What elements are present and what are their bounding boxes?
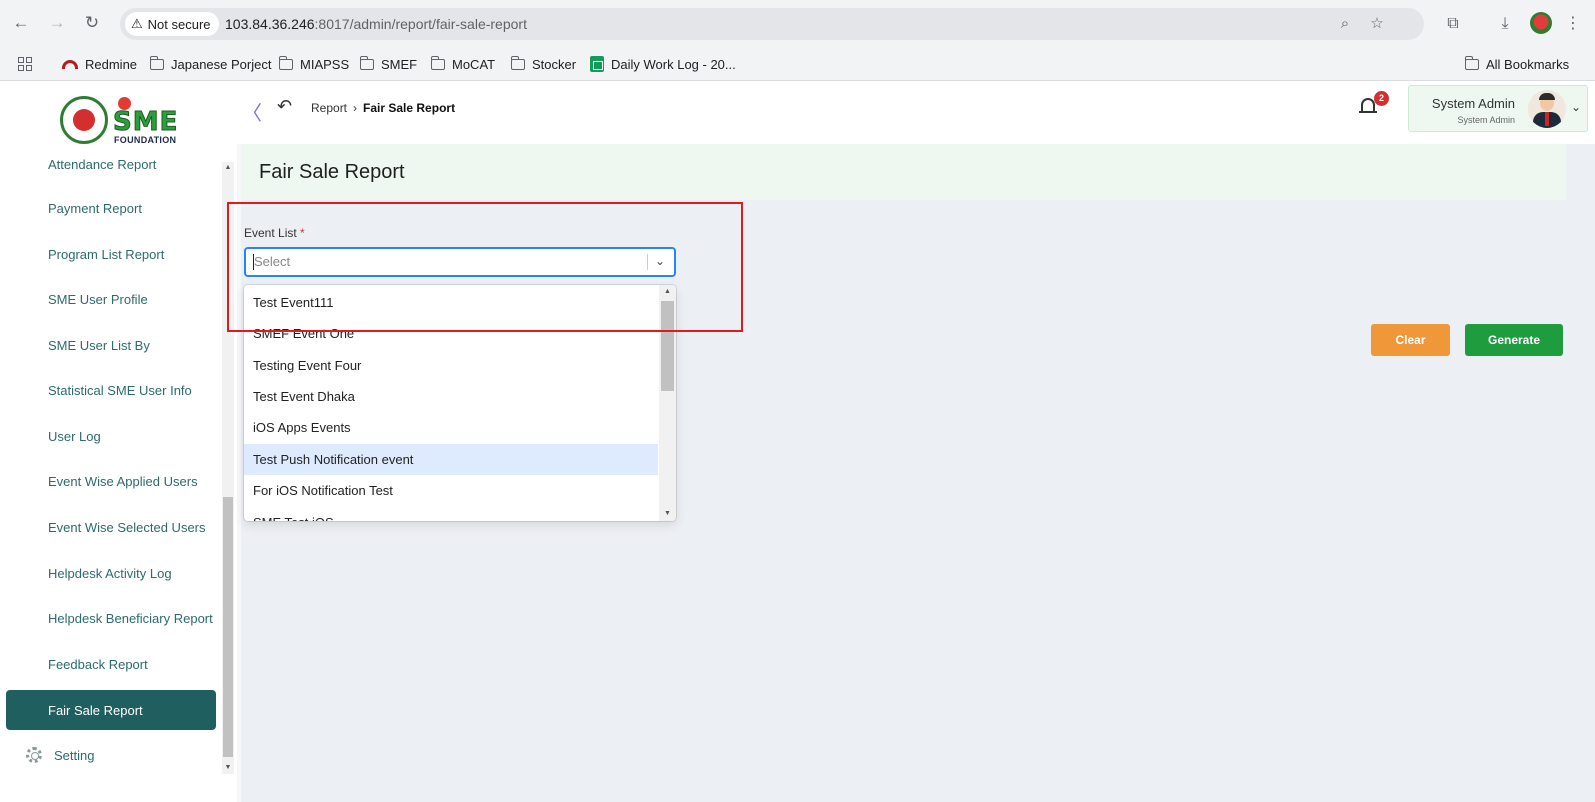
sidebar-scroll-thumb[interactable] bbox=[223, 497, 233, 757]
generate-button[interactable]: Generate bbox=[1465, 324, 1563, 356]
all-bookmarks[interactable]: All Bookmarks bbox=[1464, 47, 1569, 81]
undo-back-icon[interactable]: ↶ bbox=[277, 96, 292, 117]
address-bar[interactable]: ⚠ Not secure 103.84.36.246:8017/admin/re… bbox=[120, 8, 1424, 40]
page-title-bar: Fair Sale Report bbox=[241, 144, 1566, 200]
sidebar-item-payment-report[interactable]: Payment Report bbox=[6, 188, 216, 228]
folder-icon bbox=[278, 55, 293, 70]
sidebar-item-setting[interactable]: Setting bbox=[6, 735, 216, 775]
event-option[interactable]: For iOS Notification Test bbox=[244, 475, 658, 506]
logo-subtext: FOUNDATION bbox=[114, 135, 177, 145]
notification-badge: 2 bbox=[1374, 91, 1389, 106]
gear-icon bbox=[26, 747, 42, 763]
sidebar-item-attendance-report[interactable]: Attendance Report bbox=[6, 154, 216, 184]
user-role: System Admin bbox=[1457, 115, 1515, 125]
logo-text: SME bbox=[112, 107, 179, 138]
user-name: System Admin bbox=[1431, 96, 1515, 111]
apps-grid-icon[interactable] bbox=[18, 47, 32, 81]
clear-button[interactable]: Clear bbox=[1371, 324, 1450, 356]
menu-kebab-icon[interactable]: ⋮ bbox=[1562, 13, 1584, 35]
event-option-highlighted[interactable]: Test Push Notification event bbox=[244, 444, 658, 475]
sidebar-item-sme-user-list-by[interactable]: SME User List By bbox=[6, 325, 216, 365]
event-option[interactable]: SME Test iOS bbox=[244, 507, 658, 521]
event-option[interactable]: Test Event Dhaka bbox=[244, 381, 658, 412]
bookmark-daily-work-log[interactable]: Daily Work Log - 20... bbox=[590, 47, 736, 81]
bookmarks-bar: Redmine Japanese Porject MIAPSS SMEF MoC… bbox=[0, 47, 1595, 81]
scroll-down-icon[interactable]: ▼ bbox=[659, 507, 676, 521]
sidebar-item-user-log[interactable]: User Log bbox=[6, 416, 216, 456]
page-title: Fair Sale Report bbox=[259, 161, 405, 183]
not-secure-chip[interactable]: ⚠ Not secure bbox=[125, 12, 219, 36]
folder-icon bbox=[359, 55, 374, 70]
url-text[interactable]: 103.84.36.246:8017/admin/report/fair-sal… bbox=[225, 16, 527, 32]
star-icon[interactable]: ☆ bbox=[1367, 14, 1387, 34]
reload-icon[interactable]: ↻ bbox=[81, 12, 103, 34]
bookmark-redmine[interactable]: Redmine bbox=[62, 47, 137, 81]
warning-icon: ⚠ bbox=[131, 16, 143, 31]
folder-icon bbox=[430, 55, 445, 70]
bookmark-miapss[interactable]: MIAPSS bbox=[278, 47, 349, 81]
download-icon[interactable]: ⤓ bbox=[1494, 13, 1516, 35]
main-content: Fair Sale Report Event List * Select ⌄ T… bbox=[227, 144, 1595, 802]
bookmark-smef[interactable]: SMEF bbox=[359, 47, 417, 81]
breadcrumb-root[interactable]: Report bbox=[311, 101, 347, 115]
emblem-icon bbox=[60, 96, 108, 144]
chevron-right-icon: › bbox=[353, 101, 358, 115]
zoom-icon[interactable]: ⌕ bbox=[1335, 14, 1355, 34]
sme-foundation-logo[interactable]: SME FOUNDATION bbox=[60, 96, 182, 146]
bookmark-stocker[interactable]: Stocker bbox=[510, 47, 576, 81]
sidebar-item-helpdesk-activity-log[interactable]: Helpdesk Activity Log bbox=[6, 553, 216, 593]
sidebar: SME FOUNDATION Attendance Report Payment… bbox=[0, 82, 237, 802]
breadcrumb-current: Fair Sale Report bbox=[363, 101, 456, 115]
top-header: 〈 ↶ Report › Fair Sale Report 2 System A… bbox=[237, 82, 1595, 144]
scroll-up-icon[interactable]: ▲ bbox=[222, 162, 234, 174]
folder-icon bbox=[510, 55, 525, 70]
sidebar-item-event-wise-selected-users[interactable]: Event Wise Selected Users bbox=[6, 507, 216, 547]
avatar bbox=[1528, 90, 1566, 128]
sidebar-item-fair-sale-report[interactable]: Fair Sale Report bbox=[6, 690, 216, 730]
user-menu[interactable]: System Admin System Admin ⌄ bbox=[1408, 85, 1588, 132]
breadcrumb: Report › Fair Sale Report bbox=[311, 101, 455, 115]
sheets-icon bbox=[590, 56, 604, 72]
event-option[interactable]: iOS Apps Events bbox=[244, 412, 658, 443]
bookmark-mocat[interactable]: MoCAT bbox=[430, 47, 495, 81]
folder-icon bbox=[149, 55, 164, 70]
forward-arrow-icon[interactable]: → bbox=[46, 12, 68, 34]
collapse-sidebar-icon[interactable]: 〈 bbox=[242, 97, 262, 126]
browser-toolbar: ← → ↻ ⚠ Not secure 103.84.36.246:8017/ad… bbox=[0, 0, 1595, 47]
sidebar-item-feedback-report[interactable]: Feedback Report bbox=[6, 644, 216, 684]
sidebar-item-event-wise-applied-users[interactable]: Event Wise Applied Users bbox=[6, 461, 216, 501]
folder-icon bbox=[1464, 55, 1479, 70]
extensions-icon[interactable]: ⧉ bbox=[1442, 13, 1464, 35]
event-option[interactable]: Testing Event Four bbox=[244, 350, 658, 381]
sidebar-menu: Attendance Report Payment Report Program… bbox=[6, 154, 216, 790]
sidebar-item-sme-user-profile[interactable]: SME User Profile bbox=[6, 279, 216, 319]
app-root: SME FOUNDATION Attendance Report Payment… bbox=[0, 82, 1595, 802]
scroll-down-icon[interactable]: ▼ bbox=[222, 762, 234, 774]
profile-avatar-icon[interactable] bbox=[1530, 12, 1552, 34]
sidebar-item-statistical-sme-user-info[interactable]: Statistical SME User Info bbox=[6, 370, 216, 410]
back-arrow-icon[interactable]: ← bbox=[10, 12, 32, 34]
sidebar-item-program-list-report[interactable]: Program List Report bbox=[6, 234, 216, 274]
chevron-down-icon[interactable]: ⌄ bbox=[1571, 100, 1581, 114]
annotation-highlight-frame bbox=[227, 202, 743, 332]
redmine-icon bbox=[62, 59, 78, 69]
bookmark-japanese-project[interactable]: Japanese Porject bbox=[149, 47, 271, 81]
sidebar-item-helpdesk-beneficiary-report[interactable]: Helpdesk Beneficiary Report bbox=[6, 598, 216, 638]
